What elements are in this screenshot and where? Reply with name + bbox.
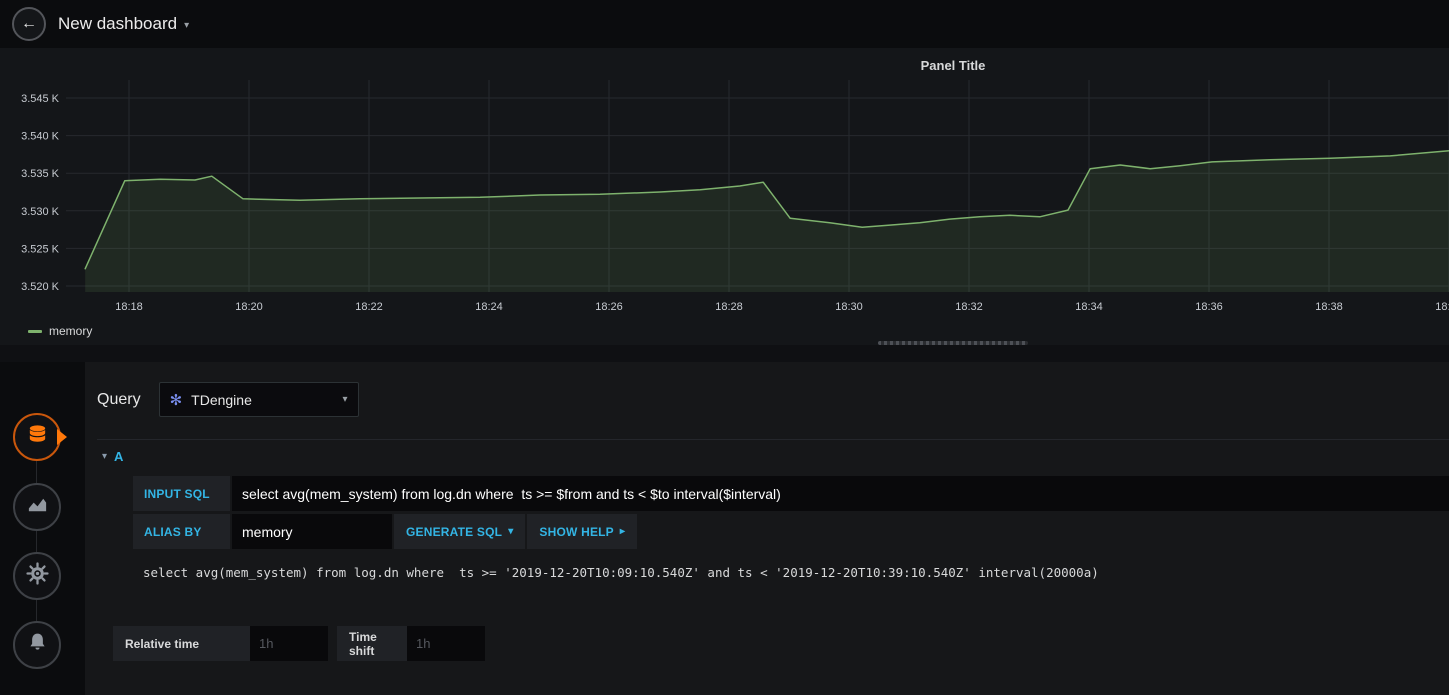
legend-series-memory[interactable]: memory: [49, 324, 92, 338]
generate-sql-label: GENERATE SQL: [406, 524, 503, 539]
relative-time-group: Relative time: [113, 626, 328, 661]
svg-text:18:18: 18:18: [115, 301, 143, 313]
bell-icon: [26, 631, 49, 659]
time-options-section: Relative time Time shift: [113, 626, 1449, 661]
svg-text:18:36: 18:36: [1195, 301, 1223, 313]
legend-series-color-icon: [28, 329, 42, 333]
back-arrow-icon: ←: [21, 15, 37, 32]
graph-panel: Panel Title 3.520 K 3.525 K 3.530 K 3.535 K…: [0, 48, 1449, 345]
back-button[interactable]: ←: [12, 7, 46, 41]
dashboard-title-button[interactable]: New dashboard ▾: [58, 14, 189, 34]
query-row-toggle[interactable]: ▾ A: [97, 440, 1449, 472]
show-help-button[interactable]: SHOW HELP ▸: [527, 514, 638, 549]
panel-title[interactable]: Panel Title: [921, 58, 986, 73]
query-rows: INPUT SQL ALIAS BY GENERATE SQL ▾ SHOW H…: [133, 476, 1449, 580]
side-tab-queries[interactable]: [13, 413, 61, 461]
svg-text:18:34: 18:34: [1075, 301, 1103, 313]
svg-text:18:38: 18:38: [1315, 301, 1343, 313]
input-sql-field[interactable]: [232, 476, 1449, 511]
side-tab-alert[interactable]: [13, 621, 61, 669]
show-help-label: SHOW HELP: [539, 524, 614, 539]
bar-chart-icon: [26, 493, 49, 521]
input-sql-row: INPUT SQL: [133, 476, 1449, 511]
chevron-down-icon: ▾: [102, 450, 108, 462]
query-editor: Query ✻ TDengine ▾ ▾ A INPUT SQL ALIAS B…: [85, 362, 1449, 695]
generated-sql-text: select avg(mem_system) from log.dn where…: [143, 565, 1099, 580]
database-icon: [26, 423, 49, 451]
panel-scroll-handle[interactable]: [878, 341, 1028, 345]
svg-text:3.530 K: 3.530 K: [21, 206, 60, 218]
alias-by-label: ALIAS BY: [133, 514, 230, 549]
relative-time-field[interactable]: [250, 626, 328, 661]
svg-text:3.545 K: 3.545 K: [21, 93, 60, 105]
chevron-down-icon: ▾: [184, 20, 190, 31]
time-shift-label: Time shift: [337, 626, 407, 661]
svg-text:3.525 K: 3.525 K: [21, 243, 60, 255]
dashboard-title: New dashboard: [58, 14, 178, 33]
chart-svg[interactable]: 3.520 K 3.525 K 3.530 K 3.535 K 3.540 K 3.545…: [0, 80, 1449, 320]
input-sql-label: INPUT SQL: [133, 476, 230, 511]
datasource-picker[interactable]: ✻ TDengine ▾: [158, 382, 359, 417]
datasource-name: TDengine: [191, 391, 252, 408]
svg-text:18:24: 18:24: [475, 301, 503, 313]
query-section-label: Query: [97, 390, 141, 408]
query-letter: A: [114, 448, 124, 464]
svg-text:3.520 K: 3.520 K: [21, 281, 60, 293]
svg-text:18:32: 18:32: [955, 301, 983, 313]
edit-sidenav: [0, 362, 85, 695]
alias-by-field[interactable]: [232, 514, 392, 549]
svg-text:18:28: 18:28: [715, 301, 743, 313]
generate-sql-button[interactable]: GENERATE SQL ▾: [394, 514, 526, 549]
side-tab-visualization[interactable]: [13, 483, 61, 531]
query-editor-header: Query ✻ TDengine ▾: [97, 382, 1449, 417]
chevron-down-icon: ▾: [508, 526, 514, 537]
side-tab-general[interactable]: [13, 552, 61, 600]
time-shift-field[interactable]: [407, 626, 485, 661]
svg-text:3.535 K: 3.535 K: [21, 168, 60, 180]
legend: memory: [28, 324, 92, 338]
chevron-right-icon: ▸: [619, 526, 626, 537]
tdengine-logo-icon: ✻: [169, 391, 183, 409]
relative-time-label: Relative time: [113, 626, 250, 661]
chevron-down-icon: ▾: [342, 394, 348, 405]
svg-text:18:26: 18:26: [595, 301, 623, 313]
svg-text:18:40: 18:40: [1435, 301, 1449, 313]
top-bar: ← New dashboard ▾: [0, 0, 1449, 48]
gear-icon: [25, 562, 49, 590]
time-shift-group: Time shift: [337, 626, 485, 661]
svg-text:18:22: 18:22: [355, 301, 383, 313]
alias-by-row: ALIAS BY GENERATE SQL ▾ SHOW HELP ▸: [133, 514, 1449, 549]
svg-text:18:20: 18:20: [235, 301, 263, 313]
svg-text:3.540 K: 3.540 K: [21, 131, 60, 143]
svg-text:18:30: 18:30: [835, 301, 863, 313]
